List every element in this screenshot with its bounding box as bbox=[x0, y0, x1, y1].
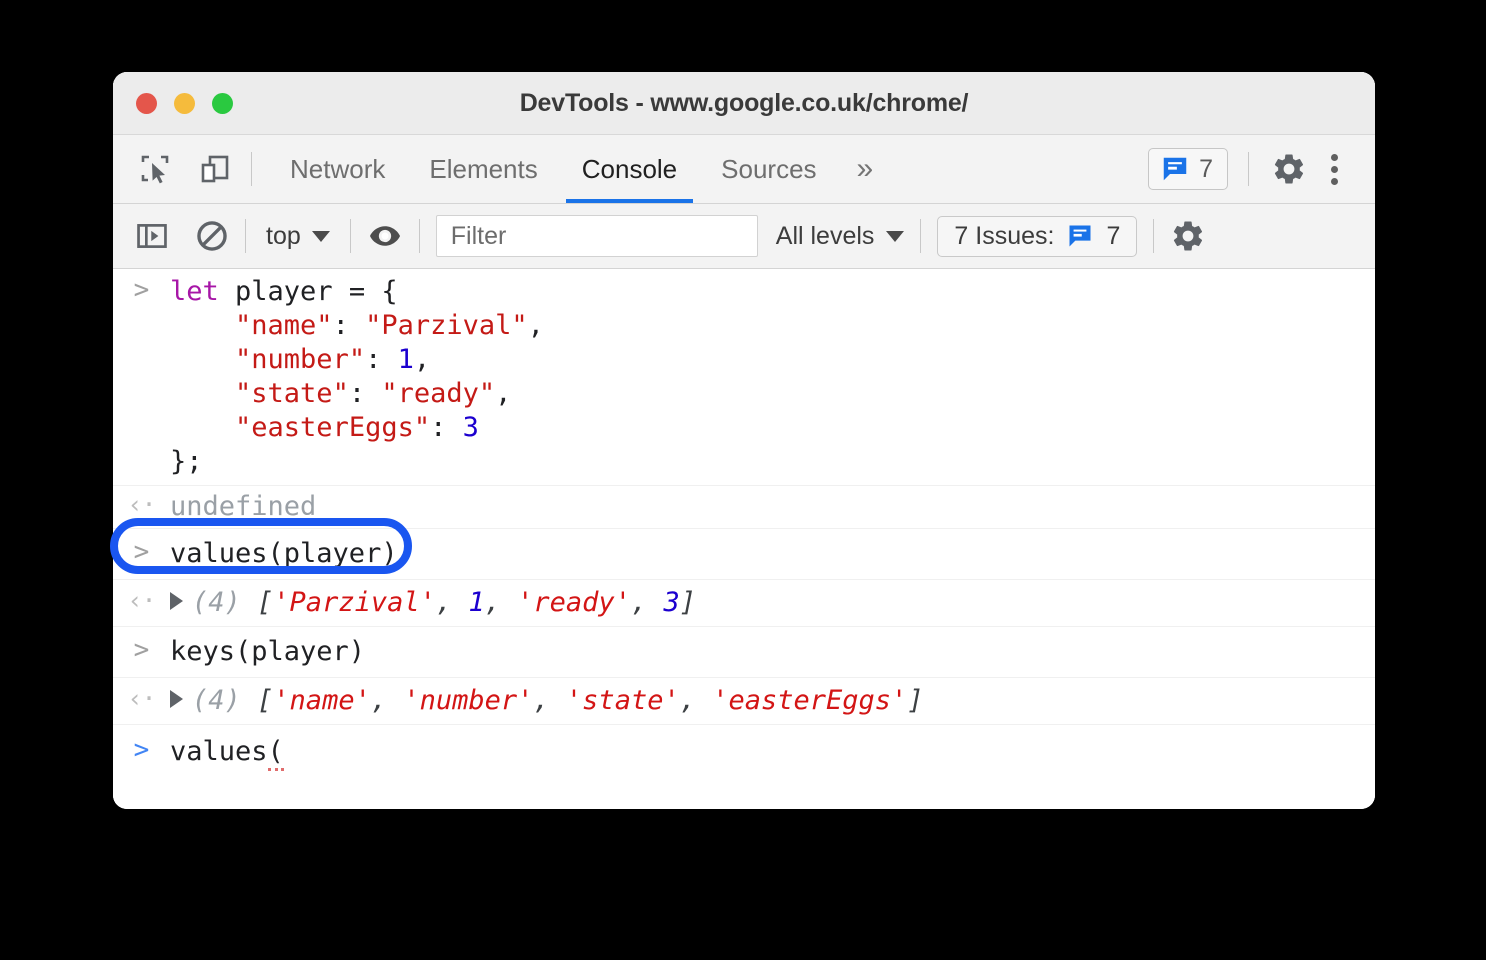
tab-elements[interactable]: Elements bbox=[407, 135, 559, 203]
console-input-message[interactable]: > let player = { "name": "Parzival", "nu… bbox=[113, 269, 1375, 486]
more-tabs-icon[interactable]: » bbox=[839, 135, 892, 203]
console-settings-gear-icon[interactable] bbox=[1170, 218, 1206, 254]
issues-message-icon bbox=[1066, 222, 1094, 250]
input-chevron-icon: > bbox=[134, 637, 150, 663]
window-title: DevTools - www.google.co.uk/chrome/ bbox=[113, 89, 1375, 118]
output-prompt-gutter: ‹· bbox=[113, 490, 170, 517]
issues-bar-button[interactable]: 7 Issues: 7 bbox=[937, 216, 1137, 257]
expand-arrow-icon[interactable] bbox=[170, 592, 183, 610]
device-toolbar-icon[interactable] bbox=[195, 149, 235, 189]
chevron-down-icon bbox=[312, 231, 330, 242]
issues-count: 7 bbox=[1199, 155, 1213, 184]
console-toolbar: top Filter All levels 7 Issues: bbox=[113, 204, 1375, 269]
filter-input[interactable]: Filter bbox=[436, 215, 758, 257]
filter-placeholder: Filter bbox=[451, 222, 507, 251]
console-output-area[interactable]: > let player = { "name": "Parzival", "nu… bbox=[113, 269, 1375, 809]
output-prompt-gutter: ‹· bbox=[113, 684, 170, 711]
input-chevron-icon: > bbox=[134, 277, 150, 303]
prompt-error-token: ( bbox=[268, 736, 284, 771]
execution-context-selector[interactable]: top bbox=[262, 222, 334, 251]
console-output-message-array: ‹· (4) ['Parzival', 1, 'ready', 3] bbox=[113, 580, 1375, 627]
toolbar-divider-5 bbox=[1153, 219, 1154, 253]
devtools-window: DevTools - www.google.co.uk/chrome/ bbox=[113, 72, 1375, 809]
console-output-value: undefined bbox=[170, 490, 316, 524]
issues-counter-button[interactable]: 7 bbox=[1148, 148, 1228, 190]
issues-bar-count: 7 bbox=[1106, 222, 1120, 251]
console-input-code: let player = { "name": "Parzival", "numb… bbox=[170, 275, 544, 479]
execution-context-label: top bbox=[266, 222, 301, 251]
console-input-code: keys(player) bbox=[170, 635, 365, 669]
traffic-lights bbox=[136, 93, 233, 114]
devtools-tabbar: Network Elements Console Sources » 7 bbox=[113, 135, 1375, 204]
close-window-button[interactable] bbox=[136, 93, 157, 114]
console-input-message-keys[interactable]: > keys(player) bbox=[113, 627, 1375, 678]
output-chevron-icon: ‹· bbox=[127, 686, 155, 711]
toolbar-divider-3 bbox=[419, 219, 420, 253]
active-prompt-gutter: > bbox=[113, 735, 170, 763]
active-prompt-chevron-icon: > bbox=[134, 737, 150, 763]
array-length: (4) bbox=[192, 587, 241, 618]
console-output-array: (4) ['Parzival', 1, 'ready', 3] bbox=[170, 586, 696, 620]
console-input-code: values(player) bbox=[170, 537, 398, 571]
maximize-window-button[interactable] bbox=[212, 93, 233, 114]
kebab-menu-icon[interactable] bbox=[1313, 148, 1355, 190]
array-length: (4) bbox=[192, 685, 241, 716]
output-chevron-icon: ‹· bbox=[127, 492, 155, 517]
tab-console[interactable]: Console bbox=[560, 135, 699, 203]
window-titlebar: DevTools - www.google.co.uk/chrome/ bbox=[113, 72, 1375, 135]
inspect-element-icon[interactable] bbox=[135, 149, 175, 189]
input-prompt-gutter: > bbox=[113, 275, 170, 303]
toolbar-divider-4 bbox=[920, 219, 921, 253]
gear-icon[interactable] bbox=[1269, 149, 1309, 189]
console-output-message-keys-array: ‹· (4) ['name', 'number', 'state', 'east… bbox=[113, 678, 1375, 725]
live-expression-eye-icon[interactable] bbox=[367, 218, 403, 254]
console-output-message: ‹· undefined bbox=[113, 486, 1375, 529]
console-prompt-line[interactable]: > values( bbox=[113, 725, 1375, 771]
toolbar-divider-2 bbox=[350, 219, 351, 253]
output-chevron-icon: ‹· bbox=[127, 588, 155, 613]
output-prompt-gutter: ‹· bbox=[113, 586, 170, 613]
input-prompt-gutter: > bbox=[113, 635, 170, 663]
clear-console-icon[interactable] bbox=[195, 219, 229, 253]
console-sidebar-toggle-icon[interactable] bbox=[135, 219, 169, 253]
minimize-window-button[interactable] bbox=[174, 93, 195, 114]
input-prompt-gutter: > bbox=[113, 537, 170, 565]
panel-tabs: Network Elements Console Sources » bbox=[268, 135, 891, 203]
tab-sources[interactable]: Sources bbox=[699, 135, 838, 203]
tabbar-divider bbox=[251, 152, 252, 186]
log-levels-label: All levels bbox=[776, 222, 875, 251]
console-output-array: (4) ['name', 'number', 'state', 'easterE… bbox=[170, 684, 924, 718]
log-levels-selector[interactable]: All levels bbox=[776, 222, 905, 251]
toolbar-divider-1 bbox=[245, 219, 246, 253]
console-input-message-values[interactable]: > values(player) bbox=[113, 529, 1375, 580]
console-prompt-text[interactable]: values( bbox=[170, 735, 284, 769]
chevron-down-icon bbox=[886, 231, 904, 242]
tab-network[interactable]: Network bbox=[268, 135, 407, 203]
issues-bar-label: 7 Issues: bbox=[954, 222, 1054, 251]
input-chevron-icon: > bbox=[134, 539, 150, 565]
issues-message-icon bbox=[1160, 154, 1190, 184]
expand-arrow-icon[interactable] bbox=[170, 690, 183, 708]
tabbar-right-divider bbox=[1248, 152, 1249, 186]
prompt-typed-text: values bbox=[170, 736, 268, 767]
